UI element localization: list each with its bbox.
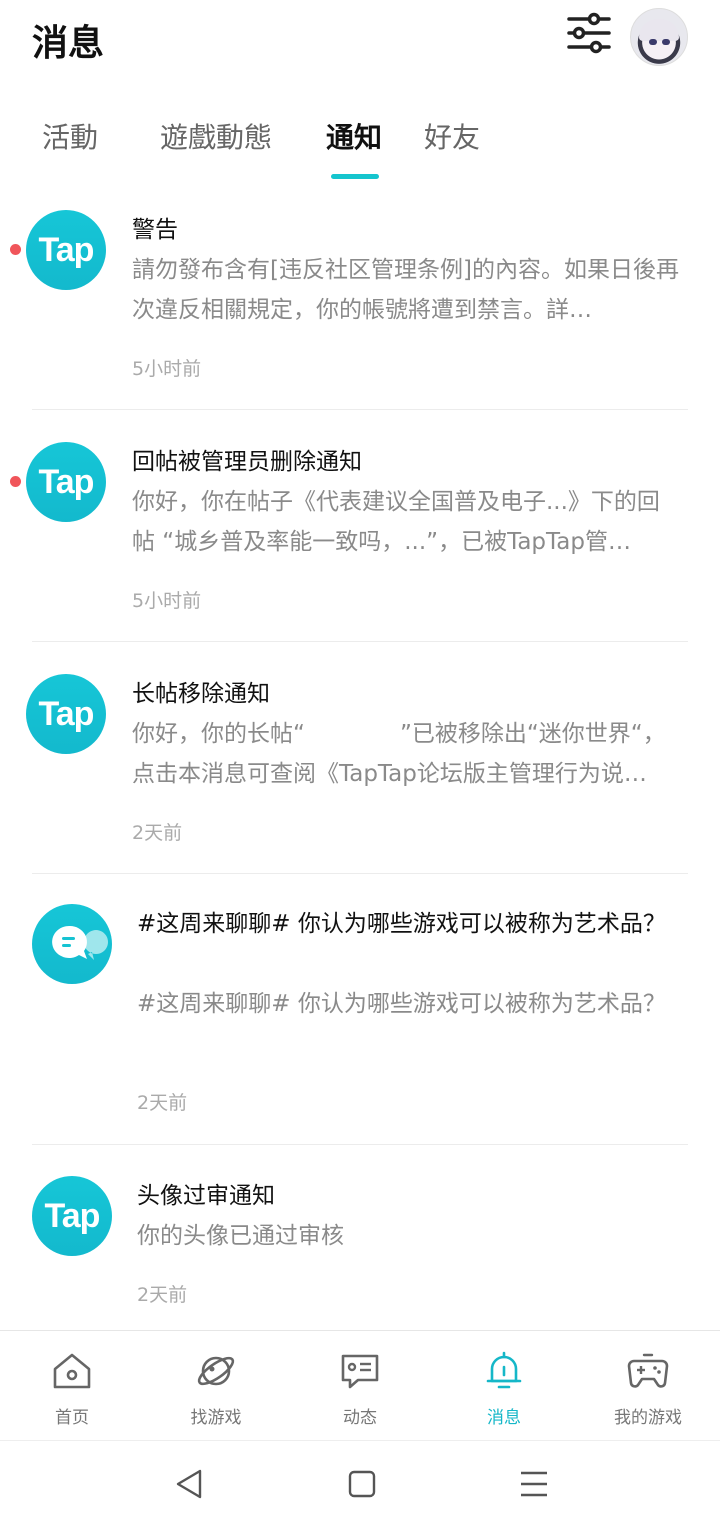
nav-label: 找游戏 [190, 1408, 242, 1428]
list-item[interactable]: Tap 警告 請勿發布含有[违反社区管理条例]的內容。如果日後再次違反相關規定，… [0, 210, 720, 410]
notification-title: 回帖被管理员删除通知 [132, 449, 362, 475]
notification-time: 5小时前 [132, 590, 202, 612]
home-square-icon[interactable] [344, 1467, 380, 1501]
header: 消息 [0, 0, 720, 80]
notification-body: 你的头像已通过审核 [137, 1223, 344, 1249]
tap-logo-icon: Tap [26, 674, 106, 754]
list-item[interactable]: Tap 头像过审通知 你的头像已通过审核 2天前 [0, 1176, 720, 1316]
tab-activity[interactable]: 活動 [42, 116, 98, 156]
nav-label: 我的游戏 [614, 1408, 682, 1428]
notification-title: 警告 [132, 217, 178, 243]
menu-lines-icon[interactable] [516, 1467, 552, 1501]
nav-home[interactable]: 首页 [0, 1331, 144, 1441]
notification-body: 你好，你在帖子《代表建议全国普及电子...》下的回帖 “城乡普及率能一致吗，..… [132, 489, 660, 555]
nav-label: 首页 [55, 1408, 89, 1428]
tab-friends[interactable]: 好友 [424, 116, 480, 156]
page-title: 消息 [32, 23, 105, 64]
divider [32, 1144, 688, 1145]
planet-icon [197, 1356, 235, 1386]
unread-dot [10, 244, 21, 255]
notification-body: 請勿發布含有[违反社区管理条例]的內容。如果日後再次違反相關規定，你的帳號將遭到… [132, 257, 679, 323]
divider [32, 873, 688, 874]
bell-icon [486, 1351, 522, 1389]
notification-time: 2天前 [137, 1092, 188, 1114]
filter-settings-icon[interactable] [566, 12, 612, 54]
tap-logo-icon: Tap [26, 442, 106, 522]
notification-time: 5小时前 [132, 358, 202, 380]
list-item[interactable]: #这周来聊聊# 你认为哪些游戏可以被称为艺术品？ #这周来聊聊# 你认为哪些游戏… [0, 904, 720, 1134]
unread-dot [10, 476, 21, 487]
tap-logo-icon: Tap [26, 210, 106, 290]
nav-messages[interactable]: 消息 [432, 1331, 576, 1441]
divider [32, 641, 688, 642]
notification-title: #这周来聊聊# 你认为哪些游戏可以被称为艺术品？ [137, 911, 666, 937]
nav-find-games[interactable]: 找游戏 [144, 1331, 288, 1441]
discussion-chat-icon [32, 904, 112, 984]
notification-title: 头像过审通知 [137, 1183, 275, 1209]
list-item[interactable]: Tap 长帖移除通知 你好，你的长帖“ ”已被移除出“迷你世界“，点击本消息可查… [0, 674, 720, 874]
active-tab-indicator [331, 174, 379, 179]
tab-bar: 活動 遊戲動態 通知 好友 [0, 110, 720, 180]
notification-title: 长帖移除通知 [132, 681, 270, 707]
list-item[interactable]: Tap 回帖被管理员删除通知 你好，你在帖子《代表建议全国普及电子...》下的回… [0, 442, 720, 642]
nav-my-games[interactable]: 我的游戏 [576, 1331, 720, 1441]
system-nav-bar [0, 1440, 720, 1526]
chat-card-icon [341, 1354, 379, 1389]
bottom-nav: 首页 找游戏 动态 消息 我的游戏 [0, 1330, 720, 1441]
notification-time: 2天前 [132, 822, 183, 844]
back-triangle-icon[interactable] [172, 1467, 208, 1501]
notification-body: 你好，你的长帖“ ”已被移除出“迷你世界“，点击本消息可查阅《TapTap论坛版… [132, 721, 666, 787]
tap-logo-icon: Tap [32, 1176, 112, 1256]
nav-label: 消息 [487, 1408, 521, 1428]
tab-game-updates[interactable]: 遊戲動態 [160, 116, 272, 156]
divider [32, 409, 688, 410]
gamepad-icon [627, 1353, 669, 1388]
home-icon [53, 1353, 91, 1389]
avatar[interactable] [630, 8, 688, 66]
nav-label: 动态 [343, 1408, 377, 1428]
nav-feed[interactable]: 动态 [288, 1331, 432, 1441]
tab-notifications[interactable]: 通知 [326, 116, 382, 156]
notification-body: #这周来聊聊# 你认为哪些游戏可以被称为艺术品？ [137, 991, 666, 1017]
notification-time: 2天前 [137, 1284, 188, 1306]
